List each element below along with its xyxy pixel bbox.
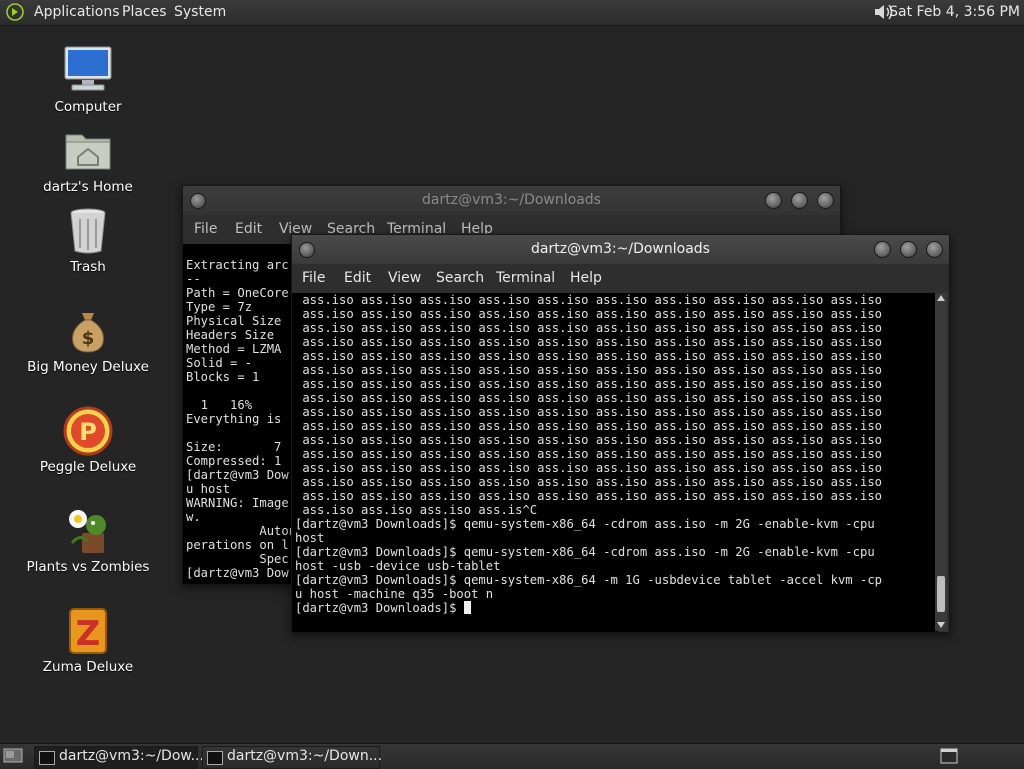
menu-bar: File Edit View Search Terminal Help: [292, 264, 949, 293]
terminal-line: [dartz@vm3 Downloads]$ qemu-system-x86_6…: [295, 545, 875, 559]
menu-system[interactable]: System: [174, 4, 226, 20]
desktop-icon-label: dartz's Home: [43, 179, 133, 195]
maximize-icon[interactable]: [791, 192, 808, 209]
window-menu-icon[interactable]: [299, 242, 315, 258]
terminal-line: ass.iso ass.iso ass.iso ass.iso ass.iso …: [295, 489, 882, 503]
terminal-cursor: [463, 601, 471, 614]
menu-applications[interactable]: Applications: [34, 4, 120, 20]
svg-text:$: $: [82, 328, 95, 349]
computer-icon: [64, 46, 112, 91]
menu-edit[interactable]: Edit: [235, 221, 262, 237]
terminal-icon: [207, 751, 223, 765]
terminal-line: ass.iso ass.iso ass.iso ass.iso ass.iso …: [295, 447, 882, 461]
menu-file[interactable]: File: [302, 270, 325, 286]
desktop-icon-trash[interactable]: Trash: [3, 203, 173, 275]
desktop-icon-peggle[interactable]: P Peggle Deluxe: [3, 403, 173, 475]
terminal-line: ass.iso ass.iso ass.iso ass.iso ass.iso …: [295, 335, 882, 349]
terminal-line: ass.iso ass.iso ass.iso ass.iso ass.iso …: [295, 405, 882, 419]
terminal-line: ass.iso ass.iso ass.iso ass.iso ass.iso …: [295, 321, 882, 335]
menu-edit[interactable]: Edit: [344, 270, 371, 286]
scrollbar-thumb[interactable]: [937, 576, 945, 612]
clock[interactable]: Sat Feb 4, 3:56 PM: [889, 4, 1020, 20]
terminal-output[interactable]: ass.iso ass.iso ass.iso ass.iso ass.iso …: [292, 293, 938, 632]
zuma-icon: Z: [69, 608, 107, 654]
home-folder-icon: [65, 134, 111, 170]
minimize-icon[interactable]: [765, 192, 782, 209]
terminal-line: [dartz@vm3 Downloads]$ qemu-system-x86_6…: [295, 517, 875, 531]
desktop-icon-label: Zuma Deluxe: [42, 659, 134, 675]
window-title: dartz@vm3:~/Downloads: [531, 241, 710, 257]
menu-terminal[interactable]: Terminal: [496, 270, 555, 286]
svg-text:P: P: [79, 418, 97, 446]
window-title: dartz@vm3:~/Downloads: [422, 192, 601, 208]
terminal-scrollbar[interactable]: [935, 293, 947, 631]
show-desktop-icon[interactable]: [3, 747, 23, 765]
trash-icon: [70, 208, 106, 254]
terminal-line: ass.iso ass.iso ass.iso ass.iso ass.iso …: [295, 461, 882, 475]
menu-places[interactable]: Places: [122, 4, 167, 20]
menu-help[interactable]: Help: [570, 270, 602, 286]
bottom-panel: dartz@vm3:~/Dow... dartz@vm3:~/Down...: [0, 743, 1024, 769]
desktop-icon-big-money[interactable]: $ Big Money Deluxe: [3, 303, 173, 375]
workspace-icon[interactable]: [940, 748, 958, 764]
terminal-line: host -usb -device usb-tablet: [295, 559, 501, 573]
money-bag-icon: $: [72, 313, 104, 353]
terminal-icon: [39, 751, 55, 765]
terminal-line: host: [295, 531, 325, 545]
desktop-icon-label: Plants vs Zombies: [26, 559, 150, 575]
terminal-line: [dartz@vm3 Downloads]$ qemu-system-x86_6…: [295, 573, 882, 587]
terminal-line: ass.iso ass.iso ass.iso ass.iso ass.iso …: [295, 363, 882, 377]
title-bar[interactable]: dartz@vm3:~/Downloads: [292, 235, 949, 264]
svg-text:Z: Z: [76, 614, 101, 654]
desktop-icon-plants-vs-zombies[interactable]: Plants vs Zombies: [3, 503, 173, 575]
terminal-window-front[interactable]: dartz@vm3:~/Downloads File Edit View Sea…: [291, 234, 950, 633]
desktop-icon-zuma[interactable]: Z Zuma Deluxe: [3, 603, 173, 675]
terminal-line: ass.iso ass.iso ass.iso ass.iso ass.iso …: [295, 391, 882, 405]
terminal-line: ass.iso ass.iso ass.iso ass.iso ass.iso …: [295, 475, 882, 489]
menu-view[interactable]: View: [388, 270, 421, 286]
top-panel: Applications Places System Sat Feb 4, 3:…: [0, 0, 1024, 26]
taskbar-item-label: dartz@vm3:~/Down...: [227, 748, 383, 764]
desktop-icon-label: Peggle Deluxe: [39, 459, 137, 475]
desktop-icon-home[interactable]: dartz's Home: [3, 123, 173, 195]
menu-file[interactable]: File: [194, 221, 217, 237]
terminal-line: ass.iso ass.iso ass.iso ass.iso ass.iso …: [295, 293, 882, 307]
title-bar[interactable]: dartz@vm3:~/Downloads: [183, 186, 840, 215]
gnome-foot-icon[interactable]: [6, 3, 24, 21]
menu-search[interactable]: Search: [436, 270, 484, 286]
desktop-icon-label: Computer: [54, 99, 122, 115]
desktop-icon-computer[interactable]: Computer: [3, 43, 173, 115]
terminal-line: ass.iso ass.iso ass.iso ass.iso ass.iso …: [295, 349, 882, 363]
peggle-icon: P: [63, 406, 113, 456]
terminal-line: ass.iso ass.iso ass.iso ass.iso ass.iso …: [295, 419, 882, 433]
taskbar-item-label: dartz@vm3:~/Dow...: [59, 748, 204, 764]
desktop-icon-label: Trash: [70, 259, 106, 275]
scroll-down-icon[interactable]: [937, 622, 945, 628]
terminal-line: ass.iso ass.iso ass.iso ass.iso ass.iso …: [295, 377, 882, 391]
close-icon[interactable]: [926, 241, 943, 258]
window-menu-icon[interactable]: [190, 193, 206, 209]
terminal-line: u host -machine q35 -boot n: [295, 587, 494, 601]
minimize-icon[interactable]: [874, 241, 891, 258]
terminal-prompt-line: [dartz@vm3 Downloads]$: [295, 601, 938, 615]
terminal-line: ass.iso ass.iso ass.iso ass.iso ass.iso …: [295, 307, 882, 321]
terminal-line: ass.iso ass.iso ass.iso ass.is^C: [295, 503, 538, 517]
desktop-icon-label: Big Money Deluxe: [27, 359, 149, 375]
taskbar-item-terminal-1[interactable]: dartz@vm3:~/Dow...: [34, 746, 204, 769]
taskbar-item-terminal-2[interactable]: dartz@vm3:~/Down...: [202, 746, 383, 769]
scroll-up-icon[interactable]: [937, 295, 945, 301]
close-icon[interactable]: [817, 192, 834, 209]
maximize-icon[interactable]: [900, 241, 917, 258]
plants-vs-zombies-icon: [69, 510, 106, 553]
terminal-line: ass.iso ass.iso ass.iso ass.iso ass.iso …: [295, 433, 882, 447]
